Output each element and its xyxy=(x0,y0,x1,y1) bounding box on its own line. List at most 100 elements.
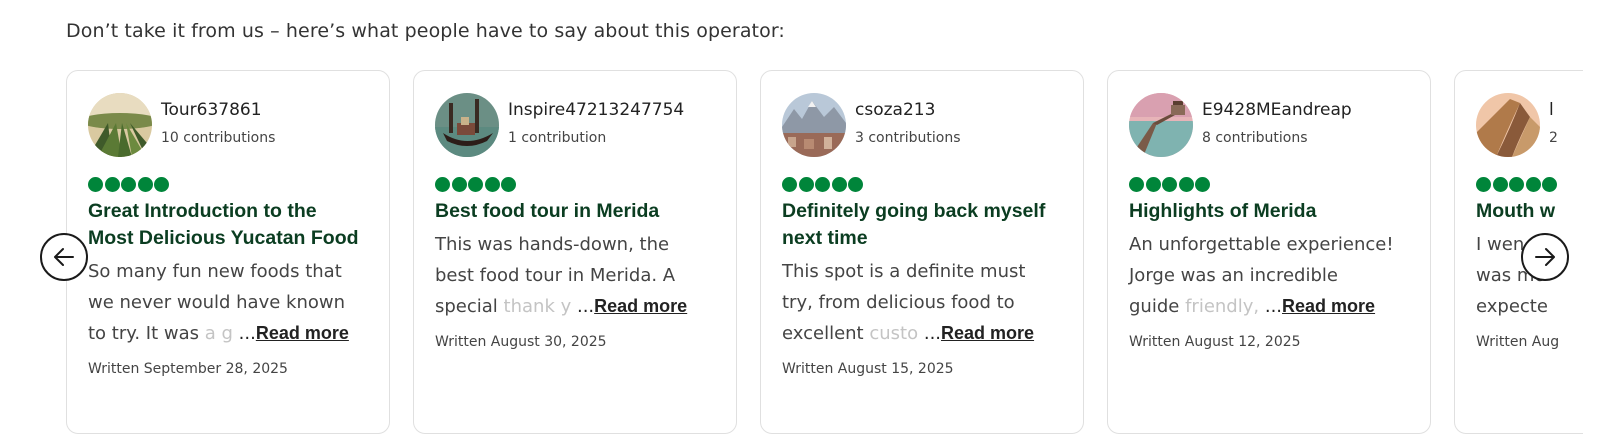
review-text: An unforgettable experience! Jorge was an… xyxy=(1129,229,1414,322)
rating-bubble-icon xyxy=(1129,177,1144,192)
review-title-line: Mouth w xyxy=(1476,200,1556,222)
review-card[interactable]: E9428MEandreap 8 contributions Highlights … xyxy=(1107,70,1431,434)
review-text-line: An unforgettable experience! xyxy=(1129,234,1394,255)
rating-bubbles xyxy=(1476,177,1557,192)
rating-bubble-icon xyxy=(1525,177,1541,192)
rating-bubble-icon xyxy=(88,177,103,192)
review-title[interactable]: Definitely going back myself next time xyxy=(782,198,1067,252)
review-text-line: expecte xyxy=(1476,291,1583,322)
rating-bubble-icon xyxy=(1542,177,1557,192)
rating-bubble-icon xyxy=(782,177,797,192)
review-title-line: Definitely going back myself xyxy=(782,200,1046,222)
arrow-right-icon xyxy=(1535,248,1555,266)
written-date: Written August 15, 2025 xyxy=(782,361,954,377)
rating-bubble-icon xyxy=(1178,177,1194,192)
avatar[interactable] xyxy=(435,93,499,157)
rating-bubbles xyxy=(435,177,516,192)
review-text: So many fun new foods that we never would… xyxy=(88,256,373,349)
contribution-count: 8 contributions xyxy=(1202,130,1308,146)
review-title-line: Great Introduction to the xyxy=(88,200,317,222)
arrow-left-icon xyxy=(54,248,74,266)
review-text-visible: excellent xyxy=(782,323,864,344)
rating-bubble-icon xyxy=(1195,177,1210,192)
rating-bubble-icon xyxy=(121,177,136,192)
review-text-visible: to try. It was xyxy=(88,323,199,344)
review-text-fade: custo xyxy=(869,323,919,344)
review-title-line: Best food tour in Merida xyxy=(435,200,660,222)
review-text-line: excellent custo ...Read more xyxy=(782,318,1067,349)
reviewer-name[interactable]: Inspire47213247754 xyxy=(508,100,684,120)
reviewer-name[interactable]: Tour637861 xyxy=(161,100,262,120)
read-more-ellipsis: ... xyxy=(1264,296,1283,317)
carousel-next-button[interactable] xyxy=(1521,233,1569,281)
written-date: Written August 12, 2025 xyxy=(1129,334,1301,350)
section-intro: Don’t take it from us – here’s what peop… xyxy=(66,20,785,42)
review-card[interactable]: Inspire47213247754 1 contribution Best foo… xyxy=(413,70,737,434)
review-text-line: Jorge was an incredible xyxy=(1129,265,1338,286)
avatar[interactable] xyxy=(88,93,152,157)
read-more-label: Read more xyxy=(941,323,1035,343)
reviews-carousel: Tour637861 10 contributions Great Introduc… xyxy=(0,70,1583,440)
rating-bubble-icon xyxy=(1492,177,1508,192)
rating-bubbles xyxy=(88,177,169,192)
reviewer-name[interactable]: l xyxy=(1549,100,1554,120)
review-text-line: try, from delicious food to xyxy=(782,292,1015,313)
review-text-line: best food tour in Merida. A xyxy=(435,265,676,286)
review-text-line: guide friendly, ...Read more xyxy=(1129,291,1414,322)
review-title[interactable]: Great Introduction to the Most Delicious … xyxy=(88,198,373,252)
avatar[interactable] xyxy=(1476,93,1540,157)
rating-bubble-icon xyxy=(1476,177,1491,192)
rating-bubble-icon xyxy=(137,177,153,192)
read-more-label: Read more xyxy=(1282,296,1376,316)
rating-bubble-icon xyxy=(848,177,863,192)
review-text-line: This was hands-down, the xyxy=(435,234,670,255)
read-more-ellipsis: ... xyxy=(923,323,942,344)
rating-bubble-icon xyxy=(798,177,814,192)
review-text-visible: guide xyxy=(1129,296,1180,317)
review-card[interactable]: csoza213 3 contributions Definitely going … xyxy=(760,70,1084,434)
contribution-count: 10 contributions xyxy=(161,130,276,146)
written-date: Written August 30, 2025 xyxy=(435,334,607,350)
reviewer-name[interactable]: E9428MEandreap xyxy=(1202,100,1352,120)
read-more-link[interactable]: ...Read more xyxy=(924,323,1034,344)
review-text-line: So many fun new foods that xyxy=(88,261,342,282)
contribution-count: 2 xyxy=(1549,130,1558,146)
review-text-visible: expecte xyxy=(1476,296,1548,317)
rating-bubble-icon xyxy=(468,177,483,192)
written-date: Written September 28, 2025 xyxy=(88,361,288,377)
review-text-fade: friendly, xyxy=(1185,296,1260,317)
avatar[interactable] xyxy=(782,93,846,157)
review-text-line: we never would have known xyxy=(88,292,346,313)
read-more-link[interactable]: ...Read more xyxy=(239,323,349,344)
rating-bubble-icon xyxy=(815,177,830,192)
review-title-line: Highlights of Merida xyxy=(1129,200,1317,222)
review-card[interactable]: Tour637861 10 contributions Great Introduc… xyxy=(66,70,390,434)
contribution-count: 3 contributions xyxy=(855,130,961,146)
review-text-line: to try. It was a g ...Read more xyxy=(88,318,373,349)
rating-bubble-icon xyxy=(831,177,847,192)
review-title[interactable]: Highlights of Merida xyxy=(1129,198,1414,225)
carousel-prev-button[interactable] xyxy=(40,233,88,281)
read-more-ellipsis: ... xyxy=(576,296,595,317)
rating-bubble-icon xyxy=(154,177,169,192)
rating-bubble-icon xyxy=(484,177,500,192)
read-more-link[interactable]: ...Read more xyxy=(1265,296,1375,317)
rating-bubble-icon xyxy=(1162,177,1177,192)
contribution-count: 1 contribution xyxy=(508,130,607,146)
rating-bubble-icon xyxy=(435,177,450,192)
read-more-ellipsis: ... xyxy=(238,323,256,344)
review-text: This spot is a definite must try, from de… xyxy=(782,256,1067,349)
review-text-fade: a g xyxy=(204,323,233,344)
written-date: Written Aug xyxy=(1476,334,1560,350)
review-title-line: next time xyxy=(782,227,868,249)
read-more-label: Read more xyxy=(594,296,688,316)
read-more-link[interactable]: ...Read more xyxy=(577,296,687,317)
reviewer-name[interactable]: csoza213 xyxy=(855,100,935,120)
rating-bubble-icon xyxy=(501,177,516,192)
avatar[interactable] xyxy=(1129,93,1193,157)
review-title[interactable]: Mouth w xyxy=(1476,198,1583,225)
review-text-fade: thank y xyxy=(503,296,572,317)
review-title[interactable]: Best food tour in Merida xyxy=(435,198,720,225)
review-text: This was hands-down, the best food tour i… xyxy=(435,229,720,322)
review-text-visible: special xyxy=(435,296,498,317)
